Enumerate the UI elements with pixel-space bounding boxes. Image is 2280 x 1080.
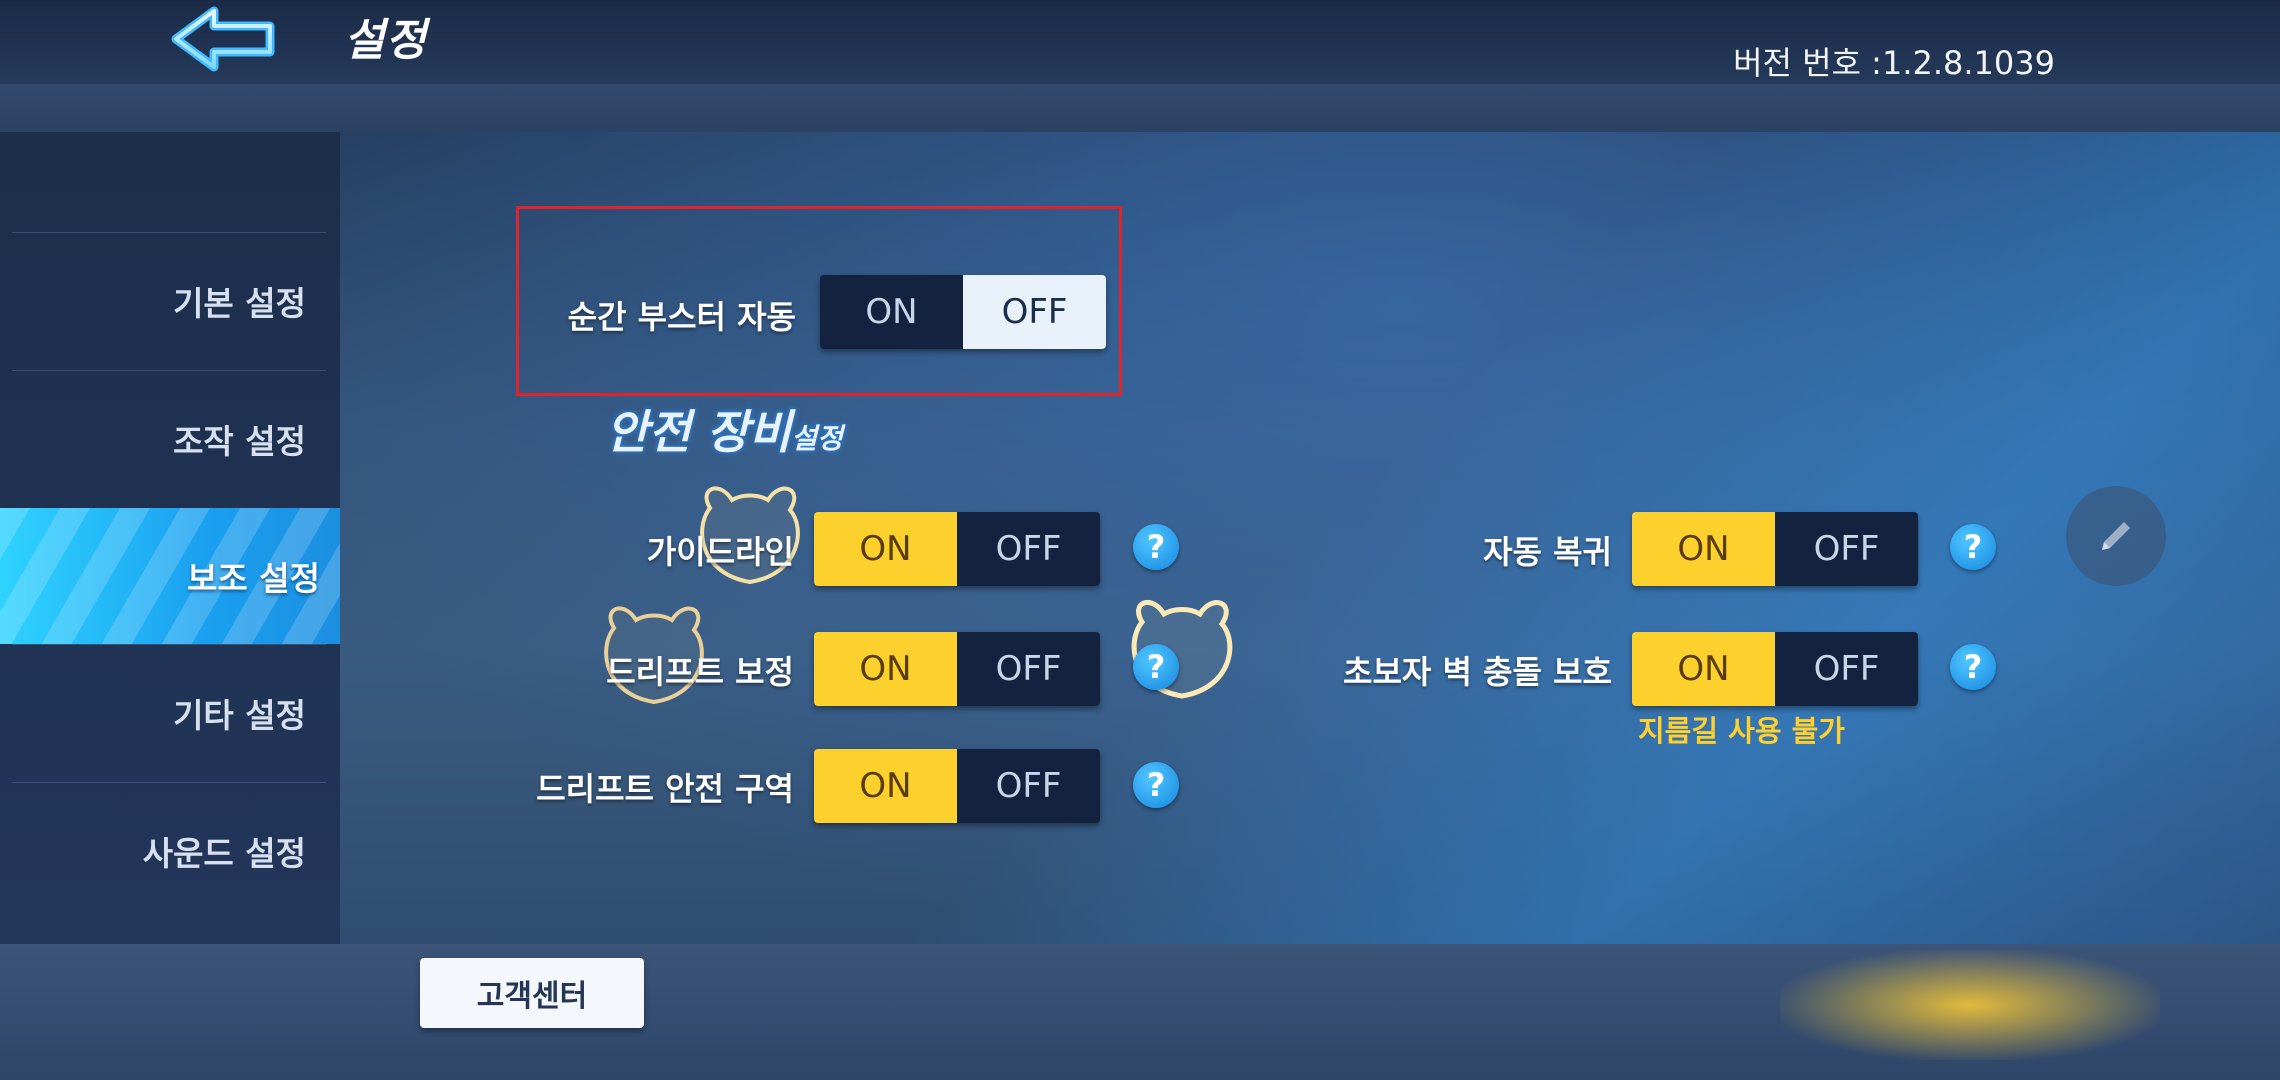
auto-recovery-on-button[interactable]: ON bbox=[1632, 512, 1775, 586]
drift-correction-help-icon[interactable]: ? bbox=[1133, 644, 1179, 690]
shortcut-disabled-note: 지름길 사용 불가 bbox=[1638, 714, 1845, 748]
beginner-wall-protection-toggle: ON OFF bbox=[1632, 632, 1918, 706]
sidebar-item-control-settings[interactable]: 조작 설정 bbox=[12, 370, 326, 506]
drift-safe-zone-on-button[interactable]: ON bbox=[814, 749, 957, 823]
guideline-help-icon[interactable]: ? bbox=[1133, 524, 1179, 570]
sidebar-item-label: 사운드 설정 bbox=[142, 833, 306, 873]
sidebar-item-sound-settings[interactable]: 사운드 설정 bbox=[12, 782, 326, 918]
section-title: 안전 장비설정 bbox=[606, 396, 843, 462]
drift-safe-zone-help-icon[interactable]: ? bbox=[1133, 762, 1179, 808]
instant-booster-toggle: ON OFF bbox=[820, 275, 1106, 349]
auto-recovery-toggle: ON OFF bbox=[1632, 512, 1918, 586]
auto-recovery-label: 자동 복귀 bbox=[1483, 533, 1612, 571]
instant-booster-label: 순간 부스터 자동 bbox=[567, 298, 796, 336]
sidebar-item-label: 조작 설정 bbox=[173, 421, 306, 461]
sidebar-item-assist-settings[interactable]: 보조 설정 bbox=[0, 508, 340, 644]
beginner-wall-protection-help-icon[interactable]: ? bbox=[1950, 644, 1996, 690]
version-number: 버전 번호 :1.2.8.1039 bbox=[1733, 44, 2055, 82]
sidebar-item-label: 기타 설정 bbox=[173, 695, 306, 735]
guideline-on-button[interactable]: ON bbox=[814, 512, 957, 586]
sidebar-item-label: 보조 설정 bbox=[187, 559, 320, 598]
auto-recovery-off-button[interactable]: OFF bbox=[1775, 512, 1918, 586]
beginner-wall-protection-off-button[interactable]: OFF bbox=[1775, 632, 1918, 706]
sidebar: 기본 설정 조작 설정 보조 설정 기타 설정 사운드 설정 bbox=[0, 132, 340, 944]
back-button[interactable] bbox=[170, 6, 280, 72]
sidebar-item-other-settings[interactable]: 기타 설정 bbox=[12, 644, 326, 780]
footer-highlight bbox=[1780, 950, 2160, 1060]
drift-safe-zone-label: 드리프트 안전 구역 bbox=[536, 770, 794, 808]
guideline-off-button[interactable]: OFF bbox=[957, 512, 1100, 586]
guideline-label: 가이드라인 bbox=[646, 533, 794, 571]
drift-safe-zone-toggle: ON OFF bbox=[814, 749, 1100, 823]
section-title-main: 안전 장비 bbox=[606, 405, 792, 459]
edit-button[interactable] bbox=[2066, 486, 2166, 586]
guideline-toggle: ON OFF bbox=[814, 512, 1100, 586]
sidebar-item-label: 기본 설정 bbox=[173, 283, 306, 323]
beginner-wall-protection-label: 초보자 벽 충돌 보호 bbox=[1343, 653, 1612, 691]
beginner-wall-protection-on-button[interactable]: ON bbox=[1632, 632, 1775, 706]
customer-center-button[interactable]: 고객센터 bbox=[420, 958, 644, 1028]
drift-correction-label: 드리프트 보정 bbox=[606, 653, 794, 691]
drift-correction-on-button[interactable]: ON bbox=[814, 632, 957, 706]
drift-safe-zone-off-button[interactable]: OFF bbox=[957, 749, 1100, 823]
drift-correction-off-button[interactable]: OFF bbox=[957, 632, 1100, 706]
bear-outline-icon bbox=[1131, 600, 1233, 699]
auto-recovery-help-icon[interactable]: ? bbox=[1950, 524, 1996, 570]
arrow-left-icon bbox=[171, 6, 275, 72]
sub-bar bbox=[0, 84, 2280, 132]
page-title: 설정 bbox=[344, 15, 427, 66]
sidebar-item-basic-settings[interactable]: 기본 설정 bbox=[12, 232, 326, 368]
instant-booster-off-button[interactable]: OFF bbox=[963, 275, 1106, 349]
drift-correction-toggle: ON OFF bbox=[814, 632, 1100, 706]
instant-booster-on-button[interactable]: ON bbox=[820, 275, 963, 349]
section-title-suffix: 설정 bbox=[791, 422, 843, 455]
pencil-icon bbox=[2102, 522, 2130, 550]
